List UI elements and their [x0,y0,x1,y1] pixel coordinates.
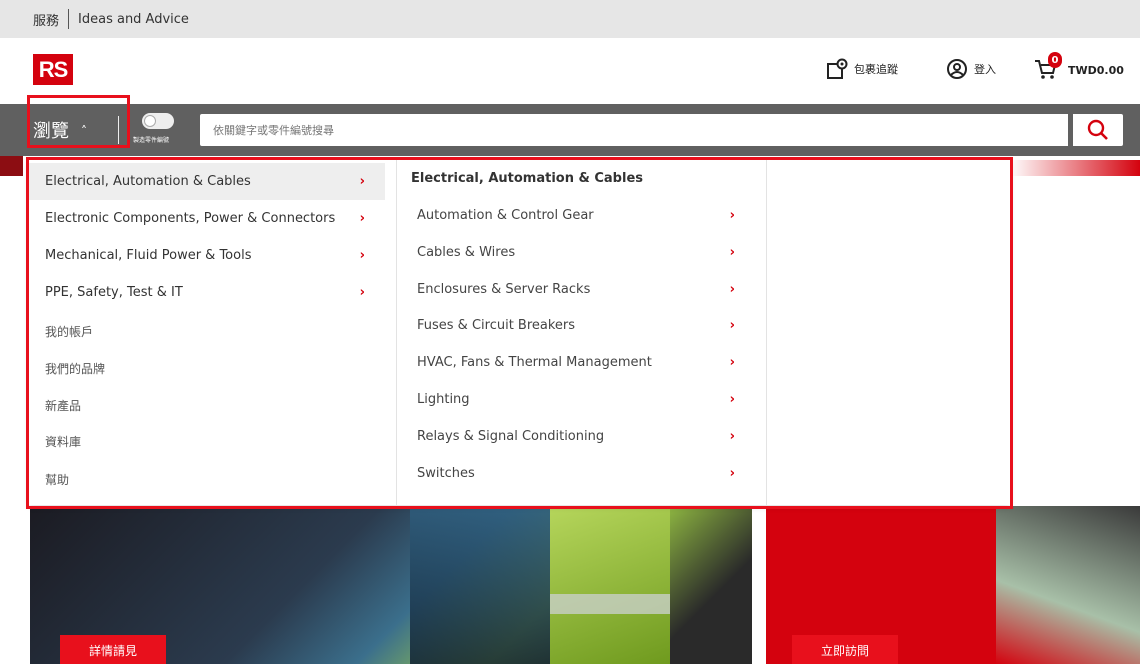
chevron-right-icon: › [729,207,735,223]
chevron-right-icon: › [359,285,365,300]
chevron-right-icon: › [359,211,365,226]
hero-left-cta-button[interactable]: 詳情請見 [60,635,166,664]
subcategory-label: Switches [417,465,475,481]
search-input[interactable] [200,114,1068,146]
category-item[interactable]: Mechanical, Fluid Power & Tools › [29,237,385,274]
subcategory-item[interactable]: Enclosures & Server Racks › [417,274,747,304]
search-icon [1087,119,1108,140]
chevron-right-icon: › [729,281,735,297]
browse-mega-menu: Electrical, Automation & Cables › Electr… [29,160,1010,505]
header: RS 包裹追蹤 登入 0 TWD0.00 [0,38,1140,104]
category-label: Electronic Components, Power & Connector… [45,211,336,226]
toggle-knob [144,115,156,127]
hero-vest-stripe [550,594,670,614]
chevron-right-icon: › [729,465,735,481]
user-icon [947,59,967,79]
subcategory-title[interactable]: Electrical, Automation & Cables [411,171,643,186]
browse-button[interactable]: 瀏覽 ˄ [33,116,87,144]
new-products-link[interactable]: 新產品 [45,397,81,414]
category-label: PPE, Safety, Test & IT [45,285,183,300]
resources-link[interactable]: 資料庫 [45,433,81,450]
chevron-up-icon: ˄ [81,124,87,138]
parcel-tracking-link[interactable]: 包裹追蹤 [826,58,898,80]
subcategory-label: Cables & Wires [417,244,516,260]
search-bar: 瀏覽 ˄ 製造零件編號 [0,104,1140,156]
hero-vest-image [550,506,670,664]
help-link[interactable]: 幫助 [45,471,69,488]
subcategory-item[interactable]: Relays & Signal Conditioning › [417,421,747,451]
cart-total: TWD0.00 [1068,64,1124,77]
login-label: 登入 [974,63,996,76]
subcategory-item[interactable]: Cables & Wires › [417,237,747,267]
utility-bar: 服務 Ideas and Advice [0,0,1140,38]
subcategory-label: Fuses & Circuit Breakers [417,317,576,333]
chevron-right-icon: › [729,428,735,444]
subcategory-item[interactable]: HVAC, Fans & Thermal Management › [417,347,747,377]
login-link[interactable]: 登入 [946,58,996,80]
category-item[interactable]: Electronic Components, Power & Connector… [29,200,385,237]
chevron-right-icon: › [359,174,365,189]
our-brands-link[interactable]: 我們的品牌 [45,360,105,377]
subcategory-column: Electrical, Automation & Cables Automati… [397,160,767,505]
rs-logo[interactable]: RS [33,54,73,85]
service-link[interactable]: 服務 [33,10,59,29]
cart-icon-wrap: 0 [1034,52,1064,83]
category-item[interactable]: Electrical, Automation & Cables › [29,163,385,200]
my-account-link[interactable]: 我的帳戶 [45,323,93,340]
chevron-right-icon: › [359,248,365,263]
utility-separator [68,9,70,29]
chevron-right-icon: › [729,244,735,260]
category-item[interactable]: PPE, Safety, Test & IT › [29,274,385,311]
subcategory-label: Automation & Control Gear [417,207,594,223]
hero-red-gradient [1010,160,1140,176]
hero-right-image [996,506,1140,664]
chevron-right-icon: › [729,354,735,370]
subcategory-item[interactable]: Lighting › [417,384,747,414]
cart-link[interactable]: 0 TWD0.00 [1034,52,1124,83]
bar-divider [118,116,119,144]
parcel-tracking-icon [827,58,848,79]
part-number-toggle[interactable] [142,113,174,129]
subcategory-label: Enclosures & Server Racks [417,281,591,297]
subcategory-label: HVAC, Fans & Thermal Management [417,354,652,370]
part-number-toggle-label: 製造零件編號 [133,137,170,144]
subcategory-item[interactable]: Automation & Control Gear › [417,200,747,230]
category-column: Electrical, Automation & Cables › Electr… [29,160,397,505]
subcategory-item[interactable]: Switches › [417,458,747,488]
ideas-advice-link[interactable]: Ideas and Advice [78,12,189,27]
hero-panel-image [410,506,570,664]
hero-right-cta-button[interactable]: 立即訪問 [792,635,898,664]
subcategory-label: Lighting [417,391,470,407]
category-label: Mechanical, Fluid Power & Tools [45,248,252,263]
subcategory-item[interactable]: Fuses & Circuit Breakers › [417,310,747,340]
chevron-right-icon: › [729,391,735,407]
cart-count-badge: 0 [1048,52,1062,68]
parcel-tracking-label: 包裹追蹤 [854,63,898,76]
browse-label: 瀏覽 [33,121,69,142]
search-button[interactable] [1073,114,1123,146]
chevron-right-icon: › [729,317,735,333]
subcategory-label: Relays & Signal Conditioning [417,428,605,444]
category-label: Electrical, Automation & Cables [45,174,251,189]
